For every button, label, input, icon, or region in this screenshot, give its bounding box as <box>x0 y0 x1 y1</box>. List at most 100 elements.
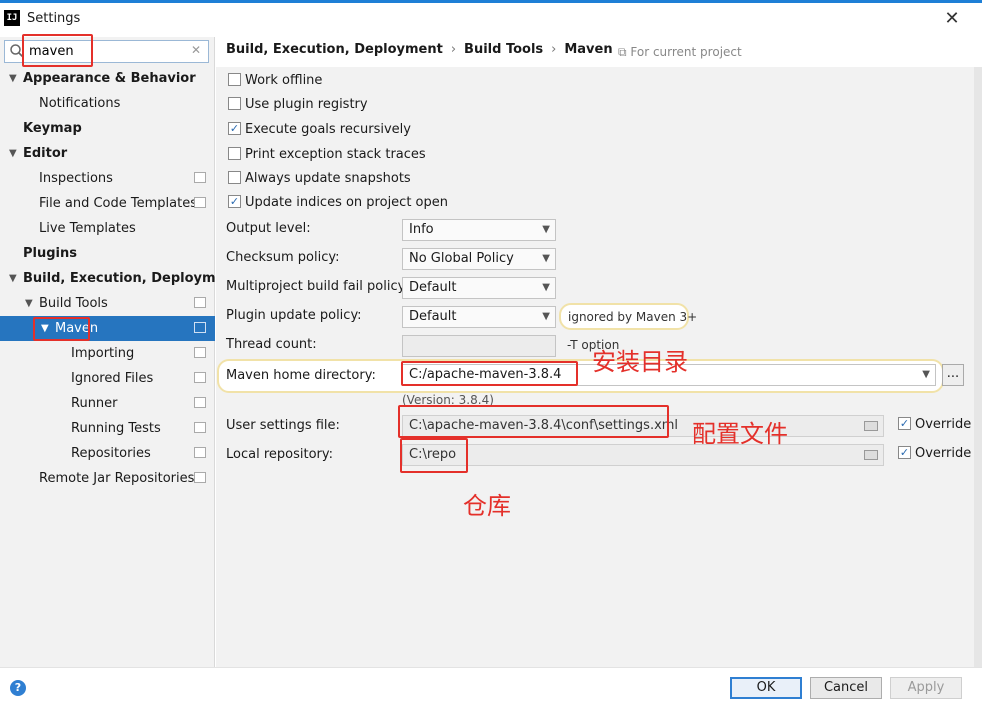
user-settings-override-checkbox[interactable]: ✓ Override <box>898 415 971 435</box>
tree-item-live-templates[interactable]: Live Templates <box>0 216 215 241</box>
project-scope-icon <box>194 297 206 308</box>
local-repository-override-checkbox[interactable]: ✓ Override <box>898 444 971 464</box>
annotation-box-search <box>22 34 93 67</box>
apply-button[interactable]: Apply <box>890 677 962 699</box>
project-scope-icon <box>194 372 206 383</box>
project-scope-icon <box>194 322 206 333</box>
tree-item-plugins[interactable]: Plugins <box>0 241 215 266</box>
tree-item-repositories[interactable]: Repositories <box>0 441 215 466</box>
help-icon[interactable]: ? <box>10 680 26 696</box>
expand-arrow-icon[interactable]: ▼ <box>9 266 17 291</box>
breadcrumb: Build, Execution, Deployment › Build Tools… <box>226 42 613 57</box>
project-scope-icon <box>194 197 206 208</box>
tree-item-runner[interactable]: Runner <box>0 391 215 416</box>
multiproject-fail-policy-select[interactable]: Default ▼ <box>402 277 556 299</box>
local-repository-label: Local repository: <box>226 447 333 462</box>
cancel-button[interactable]: Cancel <box>810 677 882 699</box>
annotation-config-file: 配置文件 <box>692 420 788 448</box>
expand-arrow-icon[interactable]: ▼ <box>9 141 17 166</box>
ok-button[interactable]: OK <box>730 677 802 699</box>
tree-item-build-execution-deployment[interactable]: ▼ Build, Execution, Deployment <box>0 266 240 291</box>
checkbox-box[interactable] <box>228 171 241 184</box>
tree-item-remote-jar-repositories[interactable]: Remote Jar Repositories <box>0 466 215 491</box>
annotation-repository: 仓库 <box>463 492 511 520</box>
user-settings-label: User settings file: <box>226 418 340 433</box>
expand-arrow-icon[interactable]: ▼ <box>9 66 17 91</box>
plugin-update-note: ignored by Maven 3+ <box>568 310 698 324</box>
tree-item-label: Remote Jar Repositories <box>39 471 195 486</box>
dialog-button-bar: ? OK Cancel Apply <box>0 667 982 701</box>
tree-item-editor[interactable]: ▼ Editor <box>0 141 215 166</box>
select-value: No Global Policy <box>409 251 514 266</box>
thread-count-label: Thread count: <box>226 337 317 352</box>
annotation-install-dir: 安装目录 <box>592 348 688 376</box>
checkbox-label: Override <box>915 446 972 461</box>
local-repository-field[interactable]: C:\repo <box>402 444 884 466</box>
checkbox-label: Use plugin registry <box>245 97 368 112</box>
project-scope-icon <box>194 347 206 358</box>
thread-count-input[interactable] <box>402 335 556 357</box>
checksum-policy-select[interactable]: No Global Policy ▼ <box>402 248 556 270</box>
tree-item-label: Build Tools <box>39 296 108 311</box>
checkbox-box[interactable]: ✓ <box>228 195 241 208</box>
scrollbar[interactable] <box>974 67 982 667</box>
chevron-down-icon: ▼ <box>922 369 930 380</box>
update-indices-checkbox[interactable]: ✓ Update indices on project open <box>228 193 448 213</box>
output-level-label: Output level: <box>226 221 311 236</box>
print-exception-stack-traces-checkbox[interactable]: Print exception stack traces <box>228 145 426 165</box>
checkbox-box[interactable] <box>228 73 241 86</box>
tree-item-label: Repositories <box>71 446 151 461</box>
checkbox-box[interactable] <box>228 147 241 160</box>
execute-goals-recursively-checkbox[interactable]: ✓ Execute goals recursively <box>228 120 411 140</box>
tree-item-appearance-behavior[interactable]: ▼ Appearance & Behavior <box>0 66 215 91</box>
close-icon[interactable]: ✕ <box>940 7 964 31</box>
breadcrumb-item: Build Tools <box>464 42 544 57</box>
expand-arrow-icon[interactable]: ▼ <box>25 291 33 316</box>
browse-button[interactable]: ... <box>942 364 964 386</box>
project-scope-icon <box>194 447 206 458</box>
checkbox-box[interactable]: ✓ <box>228 122 241 135</box>
tree-item-ignored-files[interactable]: Ignored Files <box>0 366 215 391</box>
window-title: Settings <box>27 11 81 26</box>
project-scope-icon <box>194 397 206 408</box>
select-value: Info <box>409 222 434 237</box>
tree-item-build-tools[interactable]: ▼ Build Tools <box>0 291 215 316</box>
settings-sidebar: ✕ ▼ Appearance & Behavior Notifications … <box>0 37 240 667</box>
checkbox-box[interactable] <box>228 97 241 110</box>
annotation-box-maven <box>33 317 90 341</box>
annotation-box-settings-file <box>398 405 669 438</box>
clear-search-icon[interactable]: ✕ <box>191 43 201 57</box>
project-scope-icon <box>194 172 206 183</box>
tree-item-label: Build, Execution, Deployment <box>23 271 240 286</box>
tree-item-label: Plugins <box>23 246 77 261</box>
checkbox-box[interactable]: ✓ <box>898 417 911 430</box>
intellij-app-icon: IJ <box>4 10 20 26</box>
tree-item-inspections[interactable]: Inspections <box>0 166 215 191</box>
output-level-select[interactable]: Info ▼ <box>402 219 556 241</box>
multiproject-fail-policy-label: Multiproject build fail policy: <box>226 279 409 294</box>
tree-item-notifications[interactable]: Notifications <box>0 91 215 116</box>
tree-item-label: Inspections <box>39 171 113 186</box>
tree-item-keymap[interactable]: Keymap <box>0 116 215 141</box>
tree-item-running-tests[interactable]: Running Tests <box>0 416 215 441</box>
plugin-update-policy-select[interactable]: Default ▼ <box>402 306 556 328</box>
maven3-hint-bubble: ignored by Maven 3+ <box>559 303 697 330</box>
folder-icon[interactable] <box>864 421 878 431</box>
breadcrumb-separator: › <box>450 42 457 57</box>
tree-item-file-code-templates[interactable]: File and Code Templates <box>0 191 215 216</box>
tree-item-label: Appearance & Behavior <box>23 71 196 86</box>
checkbox-box[interactable]: ✓ <box>898 446 911 459</box>
use-plugin-registry-checkbox[interactable]: Use plugin registry <box>228 95 368 115</box>
breadcrumb-bar: Build, Execution, Deployment › Build Tools… <box>216 37 982 67</box>
folder-icon[interactable] <box>864 450 878 460</box>
tree-item-importing[interactable]: Importing <box>0 341 215 366</box>
chevron-down-icon: ▼ <box>542 311 550 322</box>
tree-item-label: Notifications <box>39 96 121 111</box>
select-value: Default <box>409 280 457 295</box>
checkbox-label: Update indices on project open <box>245 195 448 210</box>
checksum-policy-label: Checksum policy: <box>226 250 340 265</box>
checkbox-label: Execute goals recursively <box>245 122 411 137</box>
project-scope-icon: ⧉ <box>618 45 631 59</box>
always-update-snapshots-checkbox[interactable]: Always update snapshots <box>228 169 411 189</box>
work-offline-checkbox[interactable]: Work offline <box>228 71 322 91</box>
